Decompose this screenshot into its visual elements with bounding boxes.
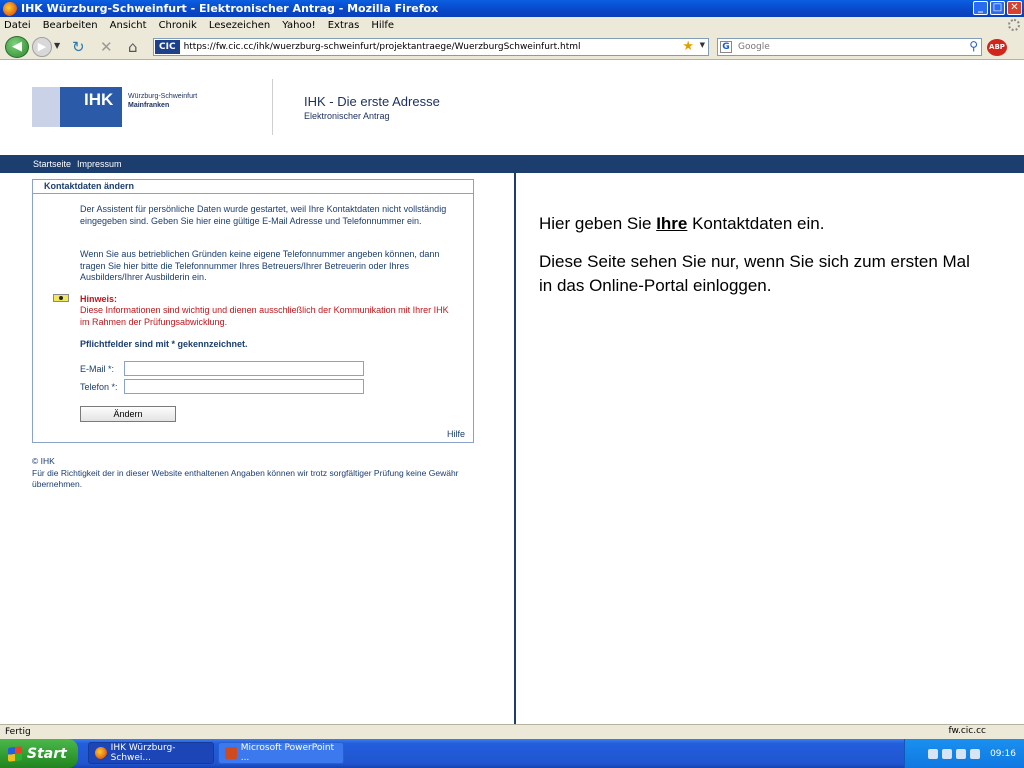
hint-text: Diese Informationen sind wichtig und die… <box>80 305 449 327</box>
history-dropdown-icon[interactable]: ▼ <box>54 41 60 50</box>
tray-volume-icon[interactable] <box>942 748 953 759</box>
disclaimer: Für die Richtigkeit der in dieser Websit… <box>32 467 459 490</box>
start-button[interactable]: Start <box>0 739 78 768</box>
logo-region: Würzburg-Schweinfurt Mainfranken <box>128 92 197 110</box>
taskbar-item-powerpoint[interactable]: Microsoft PowerPoint ... <box>218 742 344 764</box>
url-text[interactable]: https://fw.cic.cc/ihk/wuerzburg-schweinf… <box>184 42 581 52</box>
powerpoint-icon <box>225 747 237 759</box>
windows-taskbar: Start IHK Würzburg-Schwei... Microsoft P… <box>0 739 1024 768</box>
annotation-line-1: Hier geben Sie Ihre Kontaktdaten ein. <box>539 214 824 234</box>
required-fields-note: Pflichtfelder sind mit * gekennzeichnet. <box>80 339 248 349</box>
close-button[interactable]: ✕ <box>1007 1 1022 15</box>
site-subtitle: Elektronischer Antrag <box>304 111 390 121</box>
back-button[interactable]: ◀ <box>5 36 29 58</box>
change-button[interactable]: Ändern <box>80 406 176 422</box>
hint-title: Hinweis: <box>80 294 118 304</box>
throbber-icon <box>1008 19 1020 31</box>
maximize-button[interactable]: □ <box>990 1 1005 15</box>
phone-label: Telefon *: <box>80 382 118 392</box>
phone-info-paragraph: Wenn Sie aus betrieblichen Gründen keine… <box>80 249 440 282</box>
menu-bearbeiten[interactable]: Bearbeiten <box>43 20 98 31</box>
search-input[interactable] <box>738 42 938 52</box>
intro-paragraph: Der Assistent für persönliche Daten wurd… <box>80 204 447 226</box>
url-bar[interactable]: CIC https://fw.cic.cc/ihk/wuerzburg-schw… <box>153 38 709 56</box>
home-icon[interactable]: ⌂ <box>128 38 138 56</box>
navigation-toolbar: ◀ ▶ ▼ ↻ ✕ ⌂ CIC https://fw.cic.cc/ihk/wu… <box>0 33 1024 60</box>
page-footer: © IHK Für die Richtigkeit der in dieser … <box>32 456 492 491</box>
logo-text: IHK <box>84 90 114 109</box>
phone-field[interactable] <box>124 379 364 394</box>
annotation-pre: Hier geben Sie <box>539 214 657 233</box>
header-divider <box>272 79 273 135</box>
nav-startseite-link[interactable]: Startseite <box>33 159 71 169</box>
menu-ansicht[interactable]: Ansicht <box>110 20 147 31</box>
tray-update-icon[interactable] <box>970 748 981 759</box>
tray-network-icon[interactable] <box>928 748 939 759</box>
window-title: IHK Würzburg-Schweinfurt - Elektronische… <box>21 2 439 15</box>
annotation-bold: Ihre <box>656 214 688 233</box>
menu-hilfe[interactable]: Hilfe <box>371 20 394 31</box>
menu-yahoo[interactable]: Yahoo! <box>282 20 315 31</box>
hint-icon <box>53 294 69 302</box>
google-engine-icon[interactable]: G <box>720 41 732 53</box>
start-label: Start <box>27 745 67 762</box>
firefox-icon <box>95 747 107 759</box>
menu-bar: Datei Bearbeiten Ansicht Chronik Lesezei… <box>0 17 1024 33</box>
logo-region-sub: Mainfranken <box>128 102 170 109</box>
search-icon[interactable]: ⚲ <box>969 39 978 53</box>
email-label: E-Mail *: <box>80 364 115 374</box>
taskbar-item-label: IHK Würzburg-Schwei... <box>110 743 176 763</box>
help-link[interactable]: Hilfe <box>447 429 465 439</box>
site-identity-badge[interactable]: CIC <box>155 40 180 54</box>
windows-flag-icon <box>8 745 22 762</box>
annotation-line-2: Diese Seite sehen Sie nur, wenn Sie sich… <box>539 252 970 295</box>
system-tray: 09:16 <box>904 739 1024 768</box>
panel-title: Kontaktdaten ändern <box>33 180 473 194</box>
firefox-icon <box>3 1 17 16</box>
menu-lesezeichen[interactable]: Lesezeichen <box>209 20 270 31</box>
search-bar[interactable]: G ⚲ <box>717 38 982 56</box>
tray-security-icon[interactable] <box>956 748 967 759</box>
menu-datei[interactable]: Datei <box>4 20 31 31</box>
reload-icon[interactable]: ↻ <box>72 38 85 56</box>
status-bar: Fertig fw.cic.cc <box>0 724 1024 739</box>
copyright: © IHK <box>32 456 55 466</box>
forward-button[interactable]: ▶ <box>32 37 52 57</box>
site-title: IHK - Die erste Adresse <box>304 94 440 109</box>
logo-region-name: Würzburg-Schweinfurt <box>128 93 198 100</box>
menu-chronik[interactable]: Chronik <box>159 20 197 31</box>
stop-icon[interactable]: ✕ <box>100 38 113 56</box>
site-nav-bar: Startseite Impressum <box>0 155 1024 173</box>
taskbar-item-firefox[interactable]: IHK Würzburg-Schwei... <box>88 742 214 764</box>
window-title-bar[interactable]: IHK Würzburg-Schweinfurt - Elektronische… <box>0 0 1024 17</box>
adblock-icon[interactable]: ABP <box>987 39 1007 56</box>
menu-extras[interactable]: Extras <box>328 20 360 31</box>
column-divider <box>514 173 516 724</box>
contact-form-panel: Kontaktdaten ändern Der Assistent für pe… <box>32 179 474 443</box>
taskbar-item-label: Microsoft PowerPoint ... <box>240 743 335 763</box>
status-domain: fw.cic.cc <box>948 726 986 736</box>
url-dropdown-icon[interactable]: ▼ <box>700 41 705 49</box>
clock: 09:16 <box>990 748 1016 759</box>
nav-impressum-link[interactable]: Impressum <box>77 159 122 169</box>
annotation-post: Kontaktdaten ein. <box>687 214 825 233</box>
minimize-button[interactable]: _ <box>973 1 988 15</box>
email-field[interactable] <box>124 361 364 376</box>
bookmark-star-icon[interactable]: ★ <box>682 39 694 55</box>
status-text: Fertig <box>5 727 31 737</box>
